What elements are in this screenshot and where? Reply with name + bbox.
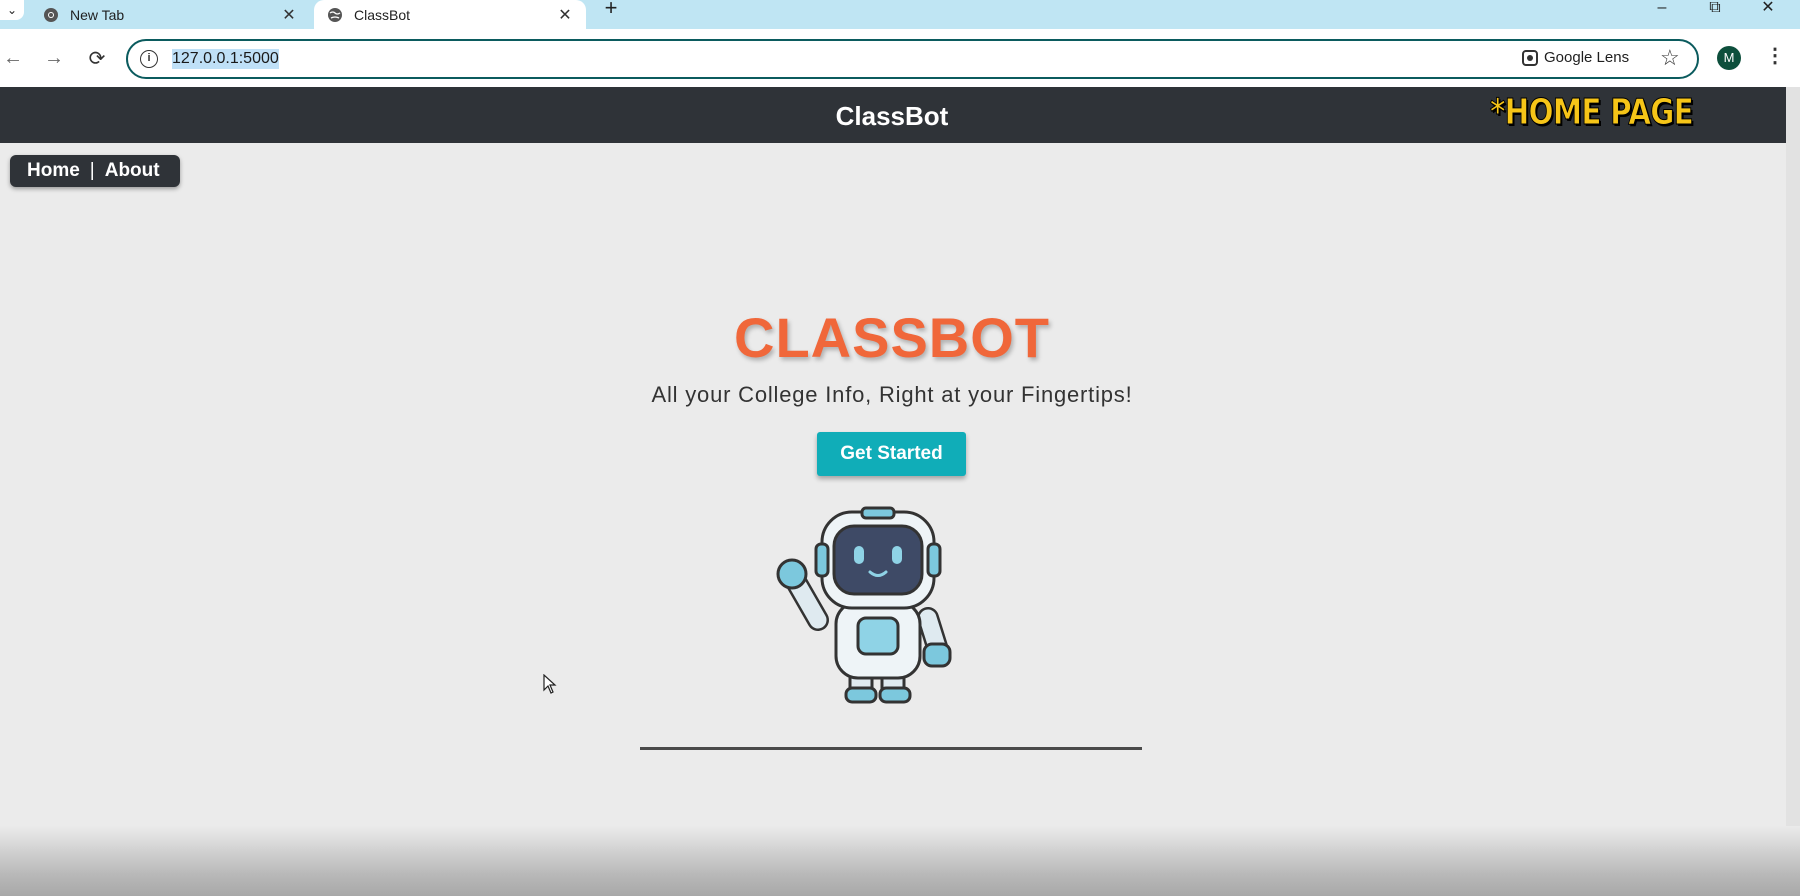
tab-title: New Tab (70, 6, 125, 23)
home-page-overlay-tag: *HOME PAGE (1490, 92, 1695, 134)
robot-mascot-icon (770, 500, 980, 715)
chrome-icon (43, 7, 59, 23)
tab-title: ClassBot (354, 6, 411, 23)
close-window-icon[interactable]: ✕ (1748, 0, 1788, 18)
nav-home-link[interactable]: Home (27, 160, 80, 182)
browser-toolbar: ← → ⟳ i 127.0.0.1:5000 Google Lens ☆ M ⋮ (0, 29, 1800, 87)
forward-arrow-icon[interactable]: → (41, 45, 67, 71)
hero-divider (640, 747, 1142, 750)
profile-avatar[interactable]: M (1717, 46, 1741, 70)
hero-title: CLASSBOT (734, 306, 1050, 369)
lens-icon (1522, 49, 1538, 66)
close-tab-icon[interactable]: ✕ (554, 4, 576, 26)
get-started-button[interactable]: Get Started (817, 432, 966, 476)
mouse-cursor-icon (543, 673, 557, 699)
hero-subtitle: All your College Info, Right at your Fin… (651, 382, 1133, 407)
tab-search-chevron-icon[interactable]: ⌄ (0, 0, 24, 20)
google-lens-label: Google Lens (1544, 49, 1630, 66)
url-text[interactable]: 127.0.0.1:5000 (172, 49, 279, 69)
nav-about-link[interactable]: About (105, 160, 160, 182)
video-bottom-fade (0, 826, 1800, 896)
globe-icon (327, 7, 343, 23)
close-tab-icon[interactable]: ✕ (278, 4, 300, 26)
bookmark-star-icon[interactable]: ☆ (1660, 45, 1680, 71)
new-tab-plus-icon[interactable]: + (600, 0, 622, 19)
google-lens-button[interactable]: Google Lens (1522, 49, 1629, 66)
tab-classbot[interactable]: ClassBot ✕ (314, 0, 586, 29)
minimize-icon[interactable]: – (1642, 0, 1682, 18)
site-info-icon[interactable]: i (140, 50, 158, 68)
nav-separator: | (89, 160, 95, 181)
site-nav: Home | About (10, 155, 180, 187)
back-arrow-icon[interactable]: ← (0, 45, 26, 71)
reload-icon[interactable]: ⟳ (84, 45, 110, 71)
tab-strip: ⌄ New Tab ✕ ClassBot ✕ + – ⧉ ✕ (0, 0, 1800, 29)
tab-new-tab[interactable]: New Tab ✕ (30, 0, 310, 29)
menu-kebab-icon[interactable]: ⋮ (1765, 43, 1785, 68)
restore-icon[interactable]: ⧉ (1695, 0, 1735, 18)
site-header: ClassBot *HOME PAGE (0, 87, 1800, 143)
page-scrollbar[interactable] (1786, 87, 1800, 896)
address-bar[interactable]: i 127.0.0.1:5000 Google Lens ☆ (126, 39, 1699, 79)
